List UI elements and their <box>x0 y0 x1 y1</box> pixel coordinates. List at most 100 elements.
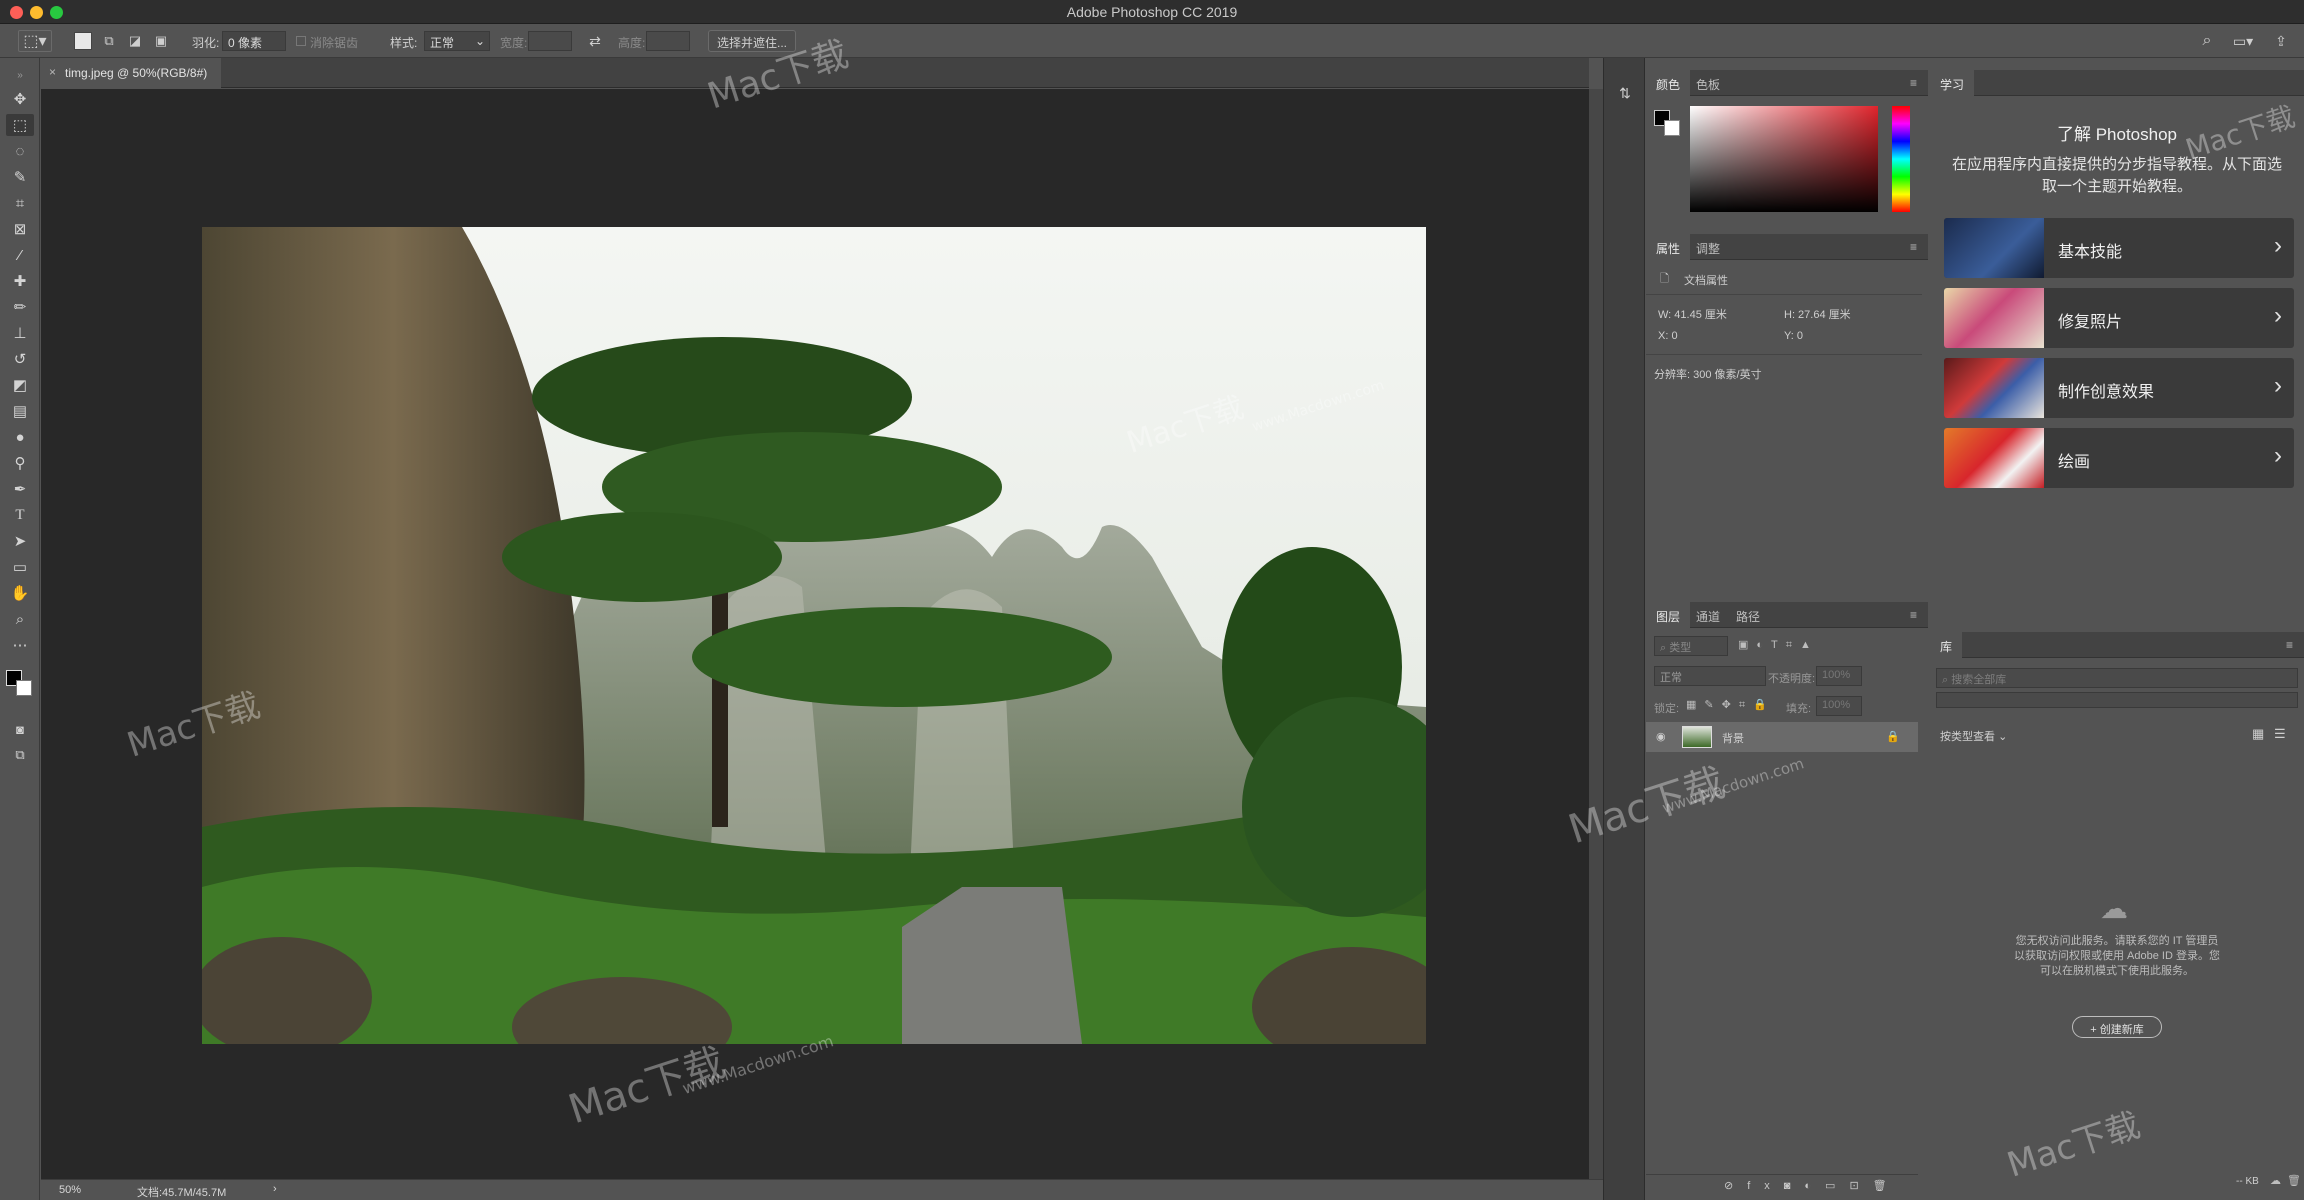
options-bar: ⬚▾ ⧉ ◪ ▣ 羽化: 0 像素 消除锯齿 样式: 正常 ⌄ 宽度: ⇄ 高度:… <box>0 24 2304 58</box>
document-tab[interactable]: × timg.jpeg @ 50%(RGB/8#) <box>41 58 221 88</box>
document-image[interactable] <box>202 227 1426 1044</box>
card-label: 修复照片 <box>2058 314 2123 331</box>
search-icon[interactable]: ⌕ <box>2196 30 2218 52</box>
dodge-tool-icon[interactable]: ⚲ <box>6 452 34 474</box>
chevron-down-icon: ⌄ <box>1998 731 2008 743</box>
status-bar: 50% 文档:45.7M/45.7M › <box>41 1179 1603 1200</box>
tab-paths[interactable]: 路径 <box>1726 602 1770 628</box>
feather-input[interactable]: 0 像素 <box>222 31 286 51</box>
add-selection-icon[interactable]: ⧉ <box>98 30 120 52</box>
anti-alias-checkbox[interactable] <box>296 36 306 46</box>
create-library-button[interactable]: + 创建新库 <box>2072 1016 2162 1038</box>
tab-swatches[interactable]: 色板 <box>1686 70 1730 96</box>
library-search-placeholder: 搜索全部库 <box>1951 674 2007 686</box>
layer-filter-icons[interactable]: ▣◐T⌗▲ <box>1738 638 1819 652</box>
tab-libraries[interactable]: 库 <box>1930 632 1963 658</box>
library-panel: 库 ≡ ⌕ 搜索全部库 按类型查看 ⌄ ▦ ☰ ☁ 您无权访问此服务。请联系您的… <box>1930 630 2304 1200</box>
learn-card-basic-skills[interactable]: 基本技能 › <box>1944 218 2294 278</box>
tab-color[interactable]: 颜色 <box>1646 70 1691 96</box>
intersect-selection-icon[interactable]: ▣ <box>150 30 172 52</box>
move-tool-icon[interactable]: ✥ <box>6 88 34 110</box>
frame-tool-icon[interactable]: ⊠ <box>6 218 34 240</box>
hue-slider[interactable] <box>1892 106 1910 212</box>
layer-name: 背景 <box>1722 733 1744 745</box>
select-and-mask-button[interactable]: 选择并遮住... <box>708 30 797 52</box>
share-icon[interactable]: ⇪ <box>2270 30 2292 52</box>
panel-menu-icon[interactable]: ≡ <box>1910 240 1917 254</box>
pen-tool-icon[interactable]: ✒ <box>6 478 34 500</box>
healing-brush-tool-icon[interactable]: ✚ <box>6 270 34 292</box>
clone-stamp-tool-icon[interactable]: ⊥ <box>6 322 34 344</box>
view-by-select[interactable]: 按类型查看 ⌄ <box>1940 728 2007 744</box>
brush-tool-icon[interactable]: ✏ <box>6 296 34 318</box>
tab-channels[interactable]: 通道 <box>1686 602 1730 628</box>
landscape-photo <box>202 227 1426 1044</box>
new-selection-icon[interactable] <box>74 32 92 50</box>
learn-card-creative-effects[interactable]: 制作创意效果 › <box>1944 358 2294 418</box>
marquee-preset-icon[interactable]: ⬚▾ <box>18 30 52 52</box>
layer-action-icons[interactable]: ⊘fx◙◐▭⊡🗑 <box>1724 1179 1901 1192</box>
zoom-level[interactable]: 50% <box>59 1184 81 1196</box>
color-panel: 颜色 色板 ≡ <box>1646 58 1928 228</box>
color-field[interactable] <box>1690 106 1878 212</box>
quick-select-tool-icon[interactable]: ✎ <box>6 166 34 188</box>
panel-menu-icon[interactable]: ≡ <box>2286 638 2293 652</box>
width-input[interactable] <box>528 31 572 51</box>
panel-menu-icon[interactable]: ≡ <box>1910 608 1917 622</box>
workspace-icon[interactable]: ▭▾ <box>2226 30 2260 52</box>
list-view-icon[interactable]: ☰ <box>2274 726 2286 742</box>
learn-card-painting[interactable]: 绘画 › <box>1944 428 2294 488</box>
path-selection-tool-icon[interactable]: ➤ <box>6 530 34 552</box>
tab-layers[interactable]: 图层 <box>1646 602 1691 628</box>
library-footer-icons[interactable]: ☁🗑 <box>2270 1174 2304 1187</box>
grid-view-icon[interactable]: ▦ <box>2252 726 2264 742</box>
gradient-tool-icon[interactable]: ▤ <box>6 400 34 422</box>
height-label: 高度: <box>618 36 646 50</box>
screen-mode-icon[interactable]: ⧉ <box>6 744 34 766</box>
height-input[interactable] <box>646 31 690 51</box>
anti-alias-label: 消除锯齿 <box>310 36 359 50</box>
tab-learn[interactable]: 学习 <box>1930 70 1975 96</box>
subtract-selection-icon[interactable]: ◪ <box>124 30 146 52</box>
zoom-tool-icon[interactable]: ⌕ <box>6 608 34 630</box>
feather-label: 羽化: <box>192 36 220 50</box>
layer-row[interactable]: ◉ 背景 🔒 <box>1646 722 1918 752</box>
fill-input[interactable]: 100% <box>1816 696 1862 716</box>
title-bar: Adobe Photoshop CC 2019 <box>0 0 2304 24</box>
swap-dimensions-icon[interactable]: ⇄ <box>584 30 606 52</box>
library-select[interactable] <box>1936 692 2298 708</box>
collapse-toolbar-icon[interactable]: » <box>6 64 34 86</box>
lock-label: 锁定: <box>1654 703 1680 715</box>
chevron-right-icon: › <box>2274 302 2282 329</box>
panel-menu-icon[interactable]: ≡ <box>1910 76 1917 90</box>
more-tools-icon[interactable]: ⋯ <box>6 634 34 656</box>
history-brush-tool-icon[interactable]: ↺ <box>6 348 34 370</box>
blend-mode-select[interactable]: 正常 <box>1654 666 1766 686</box>
tab-properties[interactable]: 属性 <box>1646 234 1691 260</box>
background-color-swatch[interactable] <box>1664 120 1680 136</box>
background-color-swatch[interactable] <box>16 680 32 696</box>
blur-tool-icon[interactable]: ● <box>6 426 34 448</box>
chevron-right-icon[interactable]: › <box>273 1183 277 1195</box>
eye-icon[interactable]: ◉ <box>1656 730 1666 743</box>
close-tab-icon[interactable]: × <box>49 65 56 79</box>
marquee-tool-icon[interactable]: ⬚ <box>6 114 34 136</box>
eyedropper-tool-icon[interactable]: ⁄ <box>6 244 34 266</box>
eraser-tool-icon[interactable]: ◩ <box>6 374 34 396</box>
learn-card-fix-photos[interactable]: 修复照片 › <box>1944 288 2294 348</box>
vertical-scrollbar[interactable] <box>1589 89 1603 1179</box>
rectangle-tool-icon[interactable]: ▭ <box>6 556 34 578</box>
library-panel-tabs: 库 ≡ <box>1930 632 2304 658</box>
layer-filter-select[interactable]: ⌕ 类型 <box>1654 636 1728 656</box>
style-select[interactable]: 正常 ⌄ <box>424 31 490 51</box>
hand-tool-icon[interactable]: ✋ <box>6 582 34 604</box>
opacity-input[interactable]: 100% <box>1816 666 1862 686</box>
quick-mask-icon[interactable]: ◙ <box>6 718 34 740</box>
library-search-input[interactable]: ⌕ 搜索全部库 <box>1936 668 2298 688</box>
crop-tool-icon[interactable]: ⌗ <box>6 192 34 214</box>
type-tool-icon[interactable]: T <box>6 504 34 526</box>
tab-adjustments[interactable]: 调整 <box>1686 234 1730 260</box>
lock-icons[interactable]: ▦✎✥⌗🔒 <box>1686 698 1775 712</box>
lasso-tool-icon[interactable]: ◌ <box>6 140 34 162</box>
history-panel-icon[interactable]: ⇅ <box>1614 82 1636 104</box>
